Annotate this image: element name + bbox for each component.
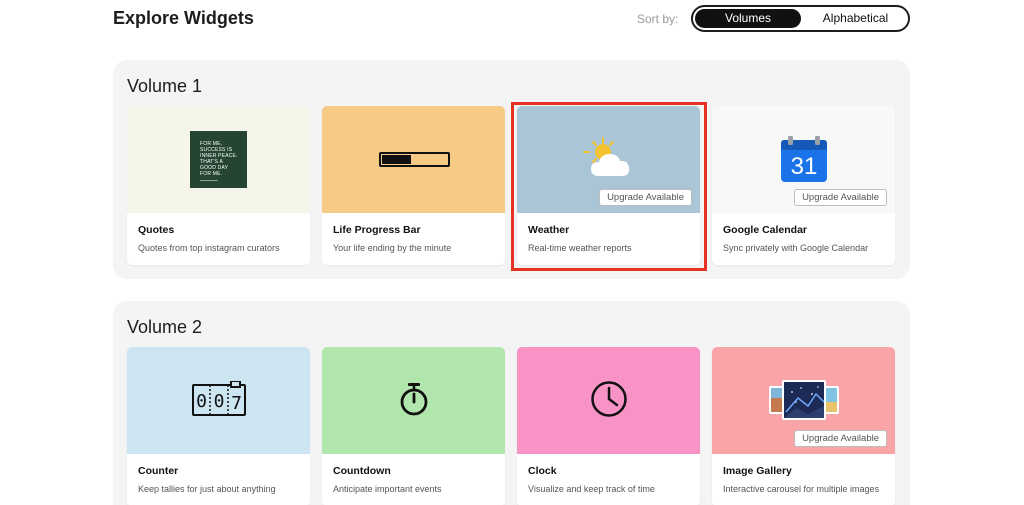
widget-name: Image Gallery — [723, 465, 792, 477]
widget-thumbnail: Upgrade Available — [712, 347, 895, 454]
widget-name: Google Calendar — [723, 224, 808, 236]
sort-toggle[interactable]: Volumes Alphabetical — [691, 5, 910, 32]
widget-description: Keep tallies for just about anything — [138, 484, 276, 494]
page-title: Explore Widgets — [113, 8, 254, 28]
quote-card-icon: FOR ME, SUCCESS IS INNER PEACE. THAT'S A… — [190, 131, 247, 188]
clock-icon — [590, 380, 628, 418]
widget-name: Life Progress Bar — [333, 224, 421, 236]
widget-thumbnail: FOR ME, SUCCESS IS INNER PEACE. THAT'S A… — [127, 106, 310, 213]
widget-description: Quotes from top instagram curators — [138, 243, 280, 253]
widget-description: Anticipate important events — [333, 484, 442, 494]
widget-description: Real-time weather reports — [528, 243, 632, 253]
widget-name: Countdown — [333, 465, 391, 477]
upgrade-available-badge[interactable]: Upgrade Available — [794, 189, 887, 206]
widget-card-clock[interactable]: Clock Visualize and keep track of time — [517, 347, 700, 505]
volume-section-1: Volume 1 FOR ME, SUCCESS IS INNER PEACE.… — [113, 60, 910, 279]
widget-thumbnail — [322, 106, 505, 213]
counter-icon: 0 0 7 — [191, 381, 247, 419]
widget-card-counter[interactable]: 0 0 7 Counter Keep tallies for just abou… — [127, 347, 310, 505]
widget-description: Your life ending by the minute — [333, 243, 452, 253]
widget-thumbnail: Upgrade Available — [517, 106, 700, 213]
counter-digit: 0 — [196, 391, 207, 412]
widget-card-life-progress-bar[interactable]: Life Progress Bar Your life ending by th… — [322, 106, 505, 265]
widget-description: Visualize and keep track of time — [528, 484, 655, 494]
stopwatch-icon — [398, 382, 430, 416]
widget-name: Counter — [138, 465, 179, 477]
counter-digit: 7 — [231, 393, 242, 414]
widget-card-weather[interactable]: Upgrade Available Weather Real-time weat… — [517, 106, 700, 265]
sort-label: Sort by: — [637, 12, 679, 26]
widget-card-image-gallery[interactable]: Upgrade Available Image Gallery Interact… — [712, 347, 895, 505]
widget-name: Quotes — [138, 224, 175, 236]
widget-description: Interactive carousel for multiple images — [723, 484, 880, 494]
calendar-date-text: 31 — [791, 153, 818, 180]
widget-card-quotes[interactable]: FOR ME, SUCCESS IS INNER PEACE. THAT'S A… — [127, 106, 310, 265]
upgrade-available-badge[interactable]: Upgrade Available — [599, 189, 692, 206]
gallery-icon — [768, 380, 840, 420]
volume-title: Volume 2 — [127, 317, 203, 337]
sort-option-alphabetical[interactable]: Alphabetical — [805, 9, 906, 28]
widget-description: Sync privately with Google Calendar — [723, 243, 869, 253]
widget-thumbnail — [517, 347, 700, 454]
volume-title: Volume 1 — [127, 76, 203, 96]
sun-cloud-icon — [581, 136, 641, 184]
sort-option-volumes[interactable]: Volumes — [695, 9, 801, 28]
widget-name: Clock — [528, 465, 557, 477]
widget-thumbnail — [322, 347, 505, 454]
widget-name: Weather — [528, 224, 570, 236]
progress-bar-fill — [382, 155, 412, 164]
volume-section-2: Volume 2 0 0 7 Counter Keep tallies for … — [113, 301, 910, 505]
widget-card-countdown[interactable]: Countdown Anticipate important events — [322, 347, 505, 505]
calendar-icon: 31 — [779, 136, 829, 182]
counter-digit: 0 — [214, 391, 225, 412]
widget-card-google-calendar[interactable]: 31 Upgrade Available Google Calendar Syn… — [712, 106, 895, 265]
upgrade-available-badge[interactable]: Upgrade Available — [794, 430, 887, 447]
widget-thumbnail: 0 0 7 — [127, 347, 310, 454]
widget-thumbnail: 31 Upgrade Available — [712, 106, 895, 213]
progress-bar-icon — [379, 152, 450, 167]
header: Explore Widgets Sort by: Volumes Alphabe… — [113, 0, 910, 36]
